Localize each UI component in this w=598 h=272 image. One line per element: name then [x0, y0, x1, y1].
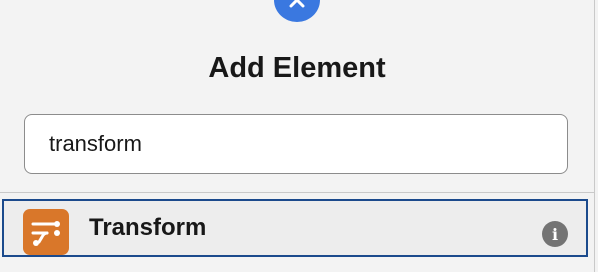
transform-icon	[23, 209, 69, 255]
result-label: Transform	[89, 214, 207, 241]
result-item-transform[interactable]: Transform i	[2, 199, 588, 257]
add-element-dialog: Add Element Transform i	[0, 0, 595, 272]
info-icon[interactable]: i	[542, 221, 568, 247]
dialog-title: Add Element	[208, 52, 386, 84]
close-button[interactable]	[274, 0, 320, 22]
divider	[0, 192, 594, 193]
close-icon	[289, 0, 305, 8]
search-input[interactable]	[24, 114, 568, 174]
